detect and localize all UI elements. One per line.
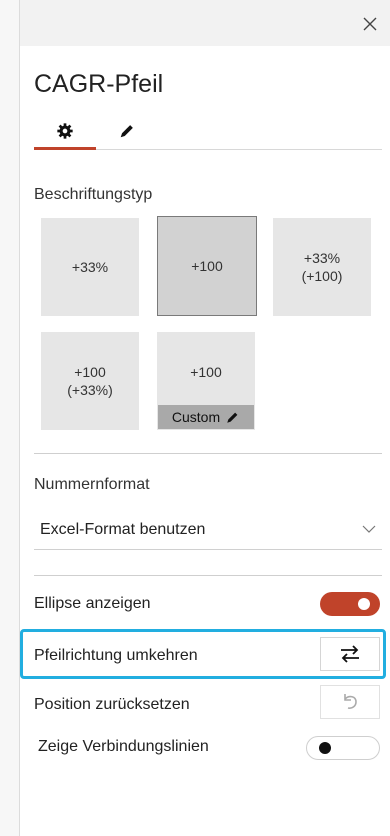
host-edge xyxy=(0,0,20,836)
panel-title: CAGR-Pfeil xyxy=(34,70,164,98)
undo-icon xyxy=(344,694,357,709)
label-type-option-absolute-percent[interactable]: +100 (+33%) xyxy=(41,332,139,430)
section-divider xyxy=(34,575,382,576)
label-type-heading: Beschriftungstyp xyxy=(34,186,153,203)
label-type-option-custom[interactable]: +100 Custom xyxy=(157,332,255,430)
reset-position-label: Position zurücksetzen xyxy=(34,696,190,713)
reverse-direction-label: Pfeilrichtung umkehren xyxy=(34,647,198,664)
reverse-direction-button[interactable] xyxy=(320,637,380,671)
label-type-option-absolute[interactable]: +100 xyxy=(157,216,257,316)
tab-style[interactable] xyxy=(96,113,158,149)
swap-arrows-icon xyxy=(341,645,359,663)
label-type-option-percent-absolute[interactable]: +33% (+100) xyxy=(273,218,371,316)
connector-lines-toggle[interactable] xyxy=(306,736,380,760)
reset-position-button[interactable] xyxy=(320,685,380,719)
ellipse-toggle[interactable] xyxy=(320,592,380,616)
connector-lines-label: Zeige Verbindungslinien xyxy=(38,738,209,755)
option-text: +100 (+33%) xyxy=(67,364,113,398)
label-type-option-percent[interactable]: +33% xyxy=(41,218,139,316)
pencil-icon xyxy=(120,125,133,138)
option-text: +33% (+100) xyxy=(301,250,343,284)
tab-divider xyxy=(96,149,382,150)
option-text: +100 xyxy=(191,258,223,274)
chevron-down-icon xyxy=(362,525,376,533)
custom-label: Custom xyxy=(171,409,221,425)
active-tab-indicator xyxy=(34,147,96,150)
tab-settings[interactable] xyxy=(34,113,96,149)
section-divider xyxy=(34,453,382,454)
pencil-icon xyxy=(227,412,238,423)
custom-label-bar[interactable]: Custom xyxy=(158,405,254,429)
toggle-knob xyxy=(319,742,331,754)
close-button[interactable] xyxy=(358,12,382,36)
ellipse-label: Ellipse anzeigen xyxy=(34,595,151,612)
tab-bar xyxy=(34,113,382,153)
panel: CAGR-Pfeil Beschriftungstyp +33% +100 +3… xyxy=(0,0,390,836)
title-bar xyxy=(20,0,390,46)
option-text: +33% xyxy=(71,259,109,275)
number-format-select[interactable]: Excel-Format benutzen xyxy=(34,510,382,550)
number-format-heading: Nummernformat xyxy=(34,476,150,493)
number-format-value: Excel-Format benutzen xyxy=(40,521,206,538)
close-icon xyxy=(363,17,377,31)
option-text: +100 xyxy=(190,364,222,380)
gear-icon xyxy=(57,123,73,139)
toggle-knob xyxy=(358,598,370,610)
